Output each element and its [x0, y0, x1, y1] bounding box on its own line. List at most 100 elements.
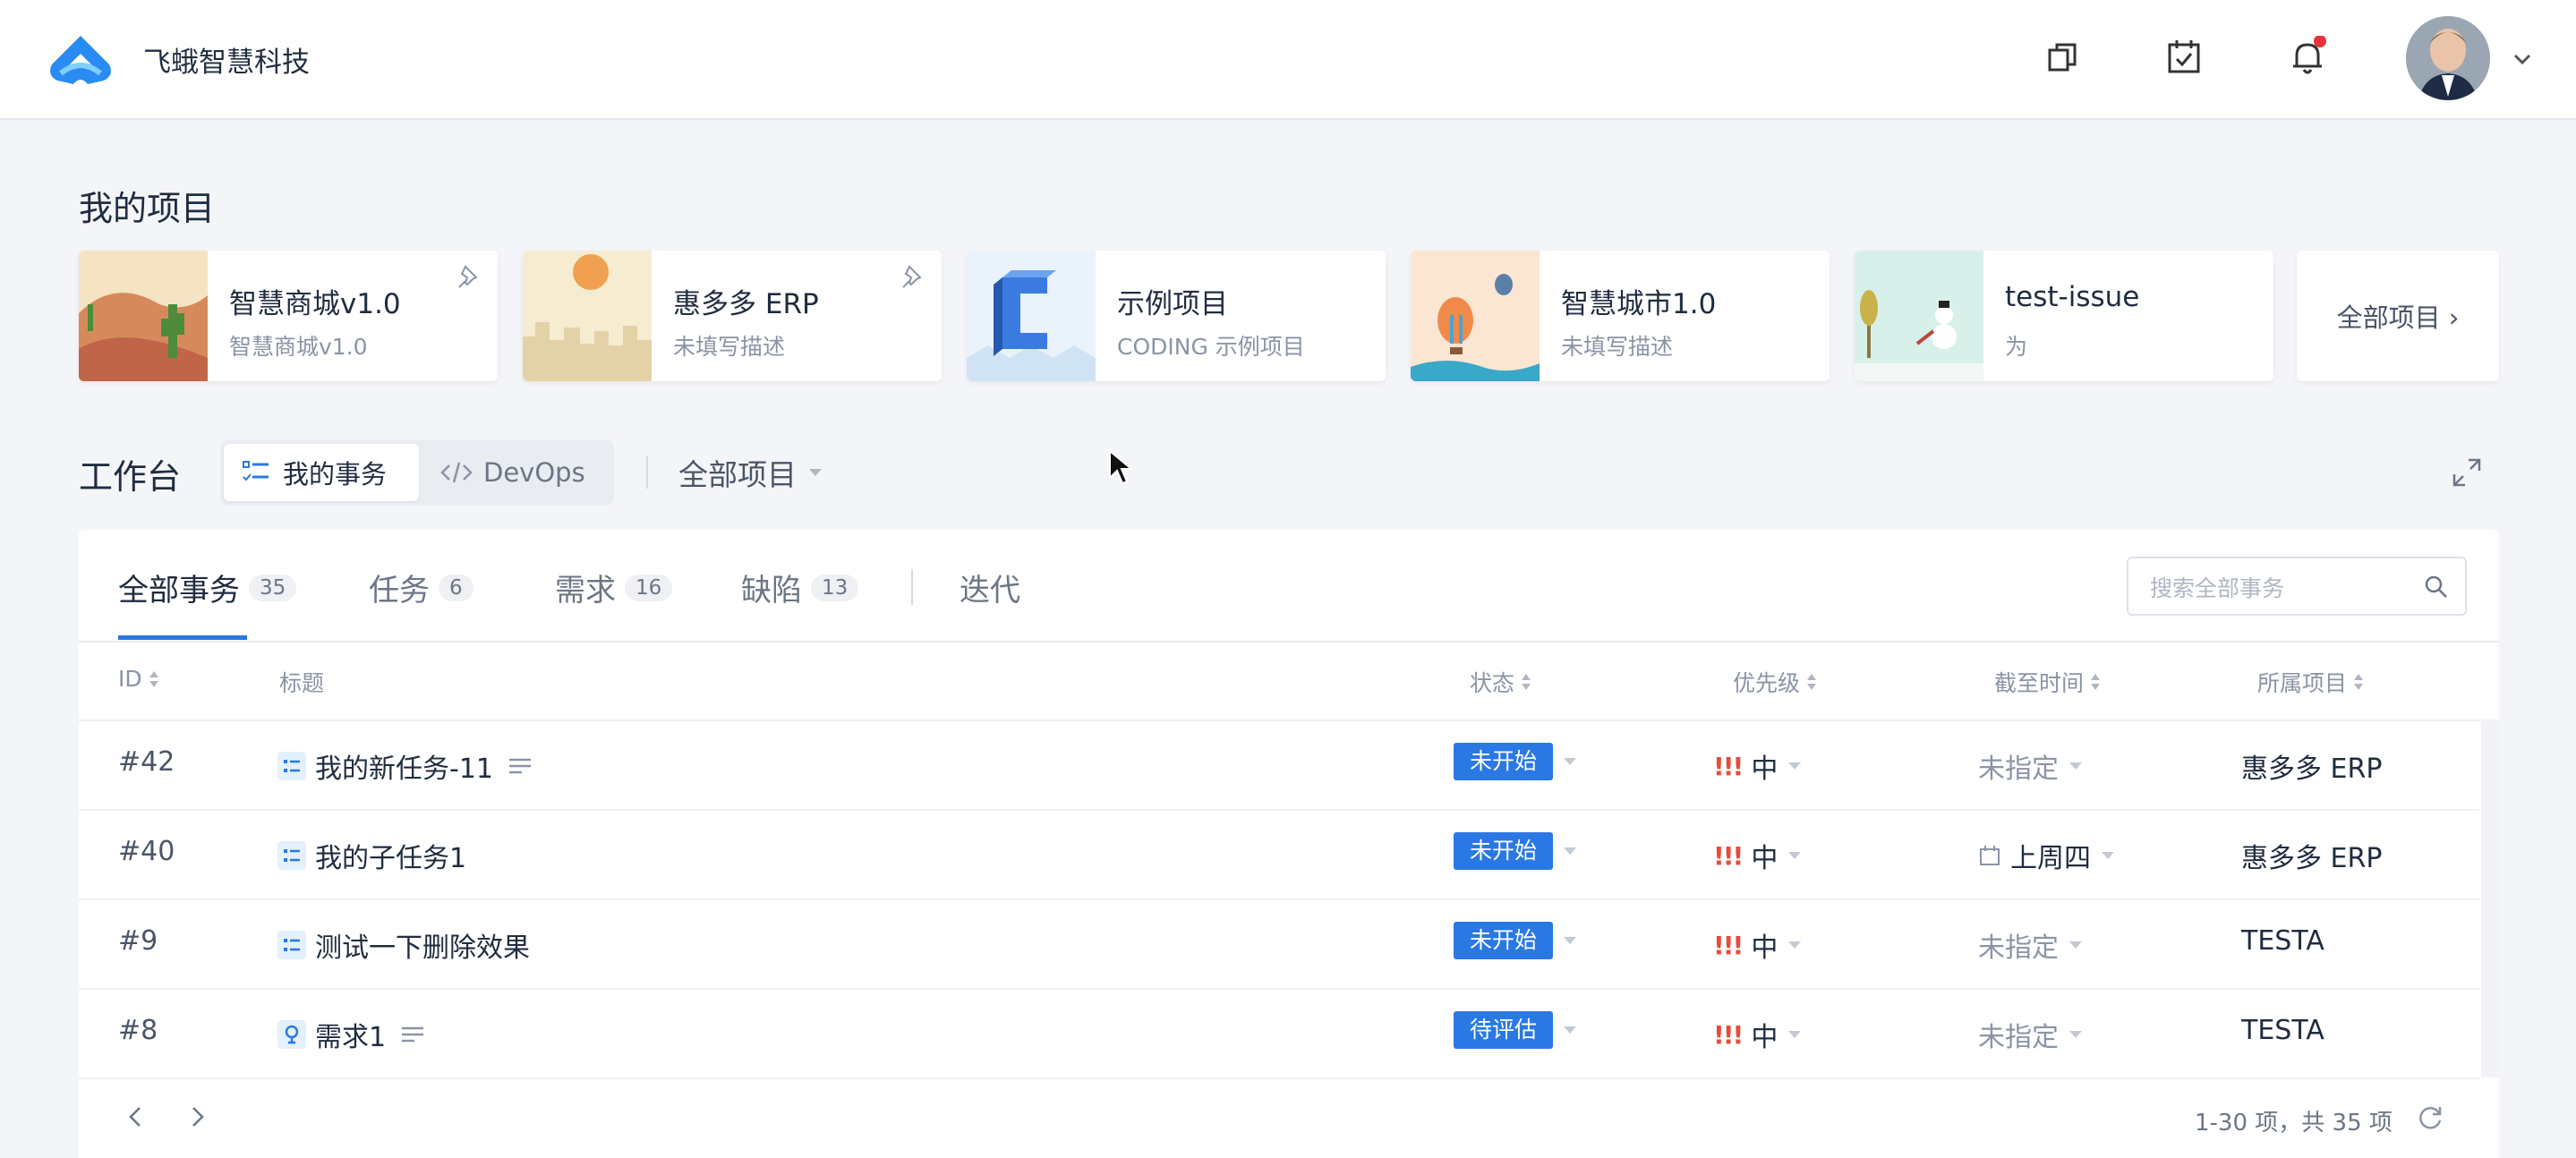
status-dropdown[interactable]: 待评估	[1454, 1011, 1578, 1049]
user-avatar[interactable]	[2406, 16, 2490, 100]
table-row[interactable]: #42 我的新任务-11 未开始 !!! 中 未指定 惠多多 ERP	[79, 721, 2479, 811]
status-badge: 未开始	[1454, 922, 1554, 959]
table-scrollbar[interactable]	[2481, 719, 2499, 1077]
project-description: 为	[2005, 334, 2028, 360]
item-title-cell[interactable]: 我的子任务1	[277, 836, 466, 875]
table-row[interactable]: #8 需求1 待评估 !!! 中 未指定 TESTA	[79, 990, 2479, 1079]
chevron-down-icon[interactable]	[2512, 50, 2533, 68]
sort-icon	[2091, 674, 2101, 690]
column-priority[interactable]: 优先级	[1733, 666, 1818, 698]
caret-down-icon	[1788, 941, 1802, 949]
project-thumbnail	[1411, 251, 1540, 381]
column-project[interactable]: 所属项目	[2257, 666, 2365, 698]
project-description: 智慧商城v1.0	[229, 334, 368, 360]
priority-dropdown[interactable]: !!! 中	[1713, 1015, 1803, 1054]
status-dropdown[interactable]: 未开始	[1454, 832, 1578, 870]
project-filter-dropdown[interactable]: 全部项目	[678, 451, 823, 494]
item-id: #40	[118, 836, 175, 867]
project-thumbnail	[967, 251, 1096, 381]
project-card[interactable]: 智慧商城v1.0 智慧商城v1.0	[79, 251, 498, 381]
project-card[interactable]: 智慧城市1.0 未填写描述	[1411, 251, 1830, 381]
due-date-label: 未指定	[1978, 754, 2059, 785]
code-icon	[440, 462, 473, 483]
tab-divider	[911, 569, 913, 605]
caret-down-icon	[1788, 852, 1802, 859]
column-due-date[interactable]: 截至时间	[1994, 666, 2102, 698]
calendar-check-icon[interactable]	[2162, 36, 2205, 79]
status-dropdown[interactable]: 未开始	[1454, 743, 1578, 780]
table-row[interactable]: #9 测试一下删除效果 未开始 !!! 中 未指定 TESTA	[79, 900, 2479, 990]
priority-dropdown[interactable]: !!! 中	[1713, 925, 1803, 965]
tab-label: 需求	[555, 573, 616, 609]
due-date-dropdown[interactable]: 上周四	[1978, 836, 2116, 875]
project-description: CODING 示例项目	[1117, 334, 1305, 360]
refresh-icon[interactable]	[2415, 1103, 2445, 1133]
caret-down-icon	[2069, 762, 2082, 770]
table-footer: 1-30 项，共 35 项	[79, 1077, 2499, 1158]
pin-icon[interactable]	[899, 261, 929, 292]
segment-devops[interactable]: DevOps	[422, 444, 610, 501]
table-row[interactable]: #40 我的子任务1 未开始 !!! 中 上周四 惠多多 ERP	[79, 811, 2479, 900]
description-icon	[402, 1026, 424, 1043]
project-name: 惠多多 ERP	[673, 288, 819, 320]
work-items-panel: 全部事务 35 任务 6 需求 16 缺陷 13 迭代 I	[79, 530, 2499, 1158]
item-id: #8	[118, 1015, 158, 1046]
search-input[interactable]	[2148, 569, 2420, 607]
column-status[interactable]: 状态	[1470, 666, 1532, 698]
all-projects-link[interactable]: 全部项目 ›	[2297, 251, 2499, 381]
task-type-icon	[277, 841, 306, 870]
due-date-dropdown[interactable]: 未指定	[1978, 925, 2084, 965]
workbench-segment-control: 我的事务 DevOps	[220, 440, 614, 505]
sort-icon	[2354, 674, 2364, 690]
due-date-label: 上周四	[2010, 843, 2091, 874]
bell-icon[interactable]	[2286, 36, 2329, 79]
pagination-info: 1-30 项，共 35 项	[2195, 1110, 2393, 1137]
task-type-icon	[277, 752, 306, 780]
caret-down-icon	[809, 469, 822, 476]
item-title-cell[interactable]: 测试一下删除效果	[277, 925, 530, 965]
chevron-left-icon[interactable]	[118, 1099, 154, 1135]
item-type-tabs: 全部事务 35 任务 6 需求 16 缺陷 13 迭代	[79, 530, 2499, 643]
task-list-icon	[243, 461, 269, 481]
item-title-cell[interactable]: 需求1	[277, 1015, 425, 1054]
caret-down-icon	[1788, 1031, 1802, 1038]
caret-down-icon	[1564, 758, 1577, 765]
status-badge: 未开始	[1454, 832, 1554, 870]
project-card[interactable]: test-issue 为	[1855, 251, 2273, 381]
tab-count-badge: 16	[625, 574, 673, 601]
segment-my-items[interactable]: 我的事务	[224, 444, 419, 501]
search-icon[interactable]	[2422, 573, 2451, 601]
status-dropdown[interactable]: 未开始	[1454, 922, 1578, 959]
expand-icon[interactable]	[2449, 455, 2485, 490]
due-date-dropdown[interactable]: 未指定	[1978, 1015, 2084, 1054]
priority-dropdown[interactable]: !!! 中	[1713, 836, 1803, 875]
copy-icon[interactable]	[2041, 36, 2084, 79]
tab-label: 缺陷	[741, 573, 802, 609]
priority-icon: !!!	[1713, 751, 1744, 781]
pin-icon[interactable]	[455, 261, 485, 292]
segment-my-label: 我的事务	[283, 459, 388, 490]
tab-requirements[interactable]: 需求 16	[555, 566, 673, 609]
tab-tasks[interactable]: 任务 6	[369, 566, 473, 609]
item-title: 我的新任务-11	[315, 754, 493, 785]
tab-defects[interactable]: 缺陷 13	[741, 566, 859, 609]
project-card[interactable]: 示例项目 CODING 示例项目	[967, 251, 1386, 381]
project-card[interactable]: 惠多多 ERP 未填写描述	[523, 251, 942, 381]
project-name: 智慧城市1.0	[1561, 288, 1717, 320]
task-type-icon	[277, 931, 306, 959]
sort-icon	[1807, 674, 1817, 690]
project-cards: 智慧商城v1.0 智慧商城v1.0 惠多多 ERP 未填写描述 示例项目 COD…	[79, 251, 2499, 381]
tab-all-items[interactable]: 全部事务 35	[118, 566, 297, 609]
priority-dropdown[interactable]: !!! 中	[1713, 746, 1803, 786]
item-title-cell[interactable]: 我的新任务-11	[277, 746, 533, 786]
priority-label: 中	[1751, 843, 1778, 874]
status-badge: 待评估	[1454, 1011, 1554, 1049]
project-thumbnail	[523, 251, 652, 381]
due-date-dropdown[interactable]: 未指定	[1978, 746, 2084, 786]
logo-icon[interactable]	[47, 30, 115, 88]
chevron-right-icon[interactable]	[179, 1099, 215, 1135]
tab-iterations[interactable]: 迭代	[960, 566, 1020, 609]
project-name: test-issue	[2005, 281, 2140, 313]
search-box	[2127, 557, 2467, 616]
column-id[interactable]: ID	[118, 666, 160, 692]
